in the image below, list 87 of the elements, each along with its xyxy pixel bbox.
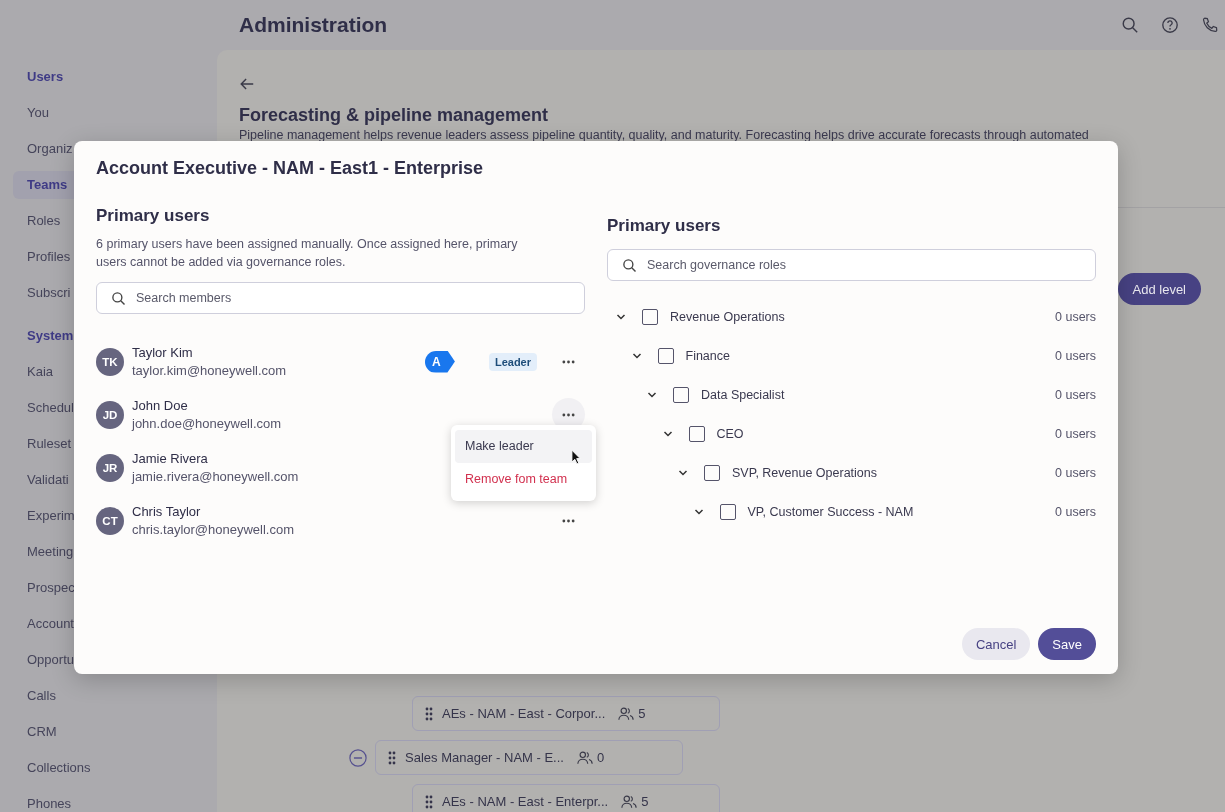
- sidebar-item[interactable]: Roles: [13, 207, 75, 235]
- role-name: VP, Customer Success - NAM: [747, 504, 914, 519]
- chevron-icon[interactable]: [631, 352, 642, 359]
- team-name: AEs - NAM - East - Corpor...: [442, 706, 606, 721]
- sidebar-item[interactable]: Collections: [13, 754, 105, 782]
- user-count: 0 users: [1055, 348, 1096, 363]
- team-node[interactable]: AEs - NAM - East - Enterpr... 5: [412, 784, 720, 812]
- more-icon: [562, 359, 575, 364]
- menu-item[interactable]: Remove fom team: [455, 463, 592, 496]
- section-description: Pipeline management helps revenue leaders assess pipeline quantity, quality, and maturity. Forecasting helps drive accurate forecasts through automated: [239, 128, 1090, 143]
- section-heading: Primary users: [607, 215, 722, 237]
- member-email: taylor.kim@honeywell.com: [132, 361, 287, 380]
- user-count: 0 users: [1055, 309, 1096, 324]
- drag-handle-icon[interactable]: [388, 750, 396, 765]
- people-icon: [576, 750, 593, 765]
- leader-tag: Leader: [488, 352, 537, 371]
- add-level-button[interactable]: Add level: [1117, 273, 1201, 305]
- search-icon[interactable]: [1121, 16, 1139, 34]
- section-heading: Primary users: [96, 205, 211, 227]
- sidebar-item[interactable]: You: [13, 99, 63, 127]
- menu-item[interactable]: Make leader: [455, 430, 592, 463]
- avatar: JR: [96, 453, 124, 482]
- cursor-marker: A: [424, 350, 455, 373]
- checkbox[interactable]: [719, 503, 736, 520]
- collapse-icon[interactable]: [349, 748, 367, 767]
- sidebar-item[interactable]: Phones: [13, 790, 86, 812]
- cancel-button[interactable]: Cancel: [961, 628, 1031, 660]
- member-name: Chris Taylor: [132, 502, 201, 521]
- member-name: Jamie Rivera: [132, 449, 208, 468]
- member-email: jamie.rivera@honeywell.com: [132, 467, 299, 486]
- chevron-icon[interactable]: [662, 430, 673, 437]
- sidebar-item[interactable]: Calls: [13, 682, 70, 710]
- dialog-title: Account Executive - NAM - East1 - Enterprise: [96, 157, 484, 179]
- sidebar-heading: System: [26, 327, 75, 345]
- checkbox[interactable]: [657, 347, 674, 364]
- section-title: Forecasting & pipeline management: [239, 104, 550, 126]
- checkbox[interactable]: [673, 386, 689, 403]
- member-name: Taylor Kim: [132, 343, 193, 362]
- drag-handle-icon[interactable]: [425, 706, 433, 721]
- role-name: SVP, Revenue Operations: [732, 465, 877, 480]
- phone-icon[interactable]: [1201, 16, 1219, 34]
- role-name: Revenue Operations: [670, 309, 785, 324]
- info-text: 6 primary users have been assigned manually. Once assigned here, primary users cannot be added via governance roles.: [96, 236, 519, 271]
- avatar: JD: [96, 400, 124, 429]
- role-name: Finance: [685, 348, 730, 363]
- save-button[interactable]: Save: [1038, 628, 1096, 660]
- role-name: Data Specialist: [701, 387, 785, 402]
- team-name: AEs - NAM - East - Enterpr...: [442, 794, 609, 809]
- member-count: 5: [638, 706, 646, 721]
- checkbox[interactable]: [688, 425, 705, 442]
- member-email: chris.taylor@honeywell.com: [132, 520, 295, 539]
- member-name: John Doe: [132, 396, 188, 415]
- search-icon: [111, 291, 126, 306]
- user-count: 0 users: [1055, 504, 1096, 519]
- avatar: TK: [96, 347, 124, 376]
- chevron-icon[interactable]: [693, 508, 704, 515]
- search-field[interactable]: Search governance roles: [607, 249, 1096, 281]
- people-icon: [621, 794, 638, 809]
- user-count: 0 users: [1055, 387, 1096, 402]
- people-icon: [618, 706, 635, 721]
- avatar: CT: [96, 506, 124, 535]
- sidebar-item[interactable]: Kaia: [13, 358, 68, 386]
- page-title: Administration: [239, 13, 388, 37]
- drag-handle-icon[interactable]: [425, 794, 433, 809]
- sidebar-item[interactable]: CRM: [13, 718, 71, 746]
- help-icon[interactable]: [1161, 16, 1179, 34]
- team-name: Sales Manager - NAM - E...: [405, 750, 564, 765]
- search-field[interactable]: Search members: [96, 282, 585, 314]
- user-count: 0 users: [1055, 465, 1096, 480]
- more-icon: [562, 412, 575, 417]
- team-node[interactable]: AEs - NAM - East - Corpor... 5: [412, 696, 720, 731]
- more-icon: [562, 518, 575, 523]
- member-count: 5: [641, 794, 649, 809]
- chevron-icon[interactable]: [678, 469, 688, 476]
- checkbox[interactable]: [642, 308, 658, 325]
- user-count: 0 users: [1055, 426, 1096, 441]
- back-arrow-icon[interactable]: [239, 76, 255, 92]
- checkbox[interactable]: [704, 464, 720, 481]
- team-node[interactable]: Sales Manager - NAM - E... 0: [375, 740, 683, 775]
- member-email: john.doe@honeywell.com: [132, 414, 282, 433]
- member-count: 0: [596, 750, 605, 765]
- cursor-icon: [571, 449, 582, 466]
- chevron-icon[interactable]: [647, 391, 657, 398]
- chevron-icon[interactable]: [616, 313, 626, 320]
- role-name: CEO: [716, 426, 744, 441]
- search-icon: [622, 258, 637, 273]
- sidebar-heading: Users: [26, 68, 65, 86]
